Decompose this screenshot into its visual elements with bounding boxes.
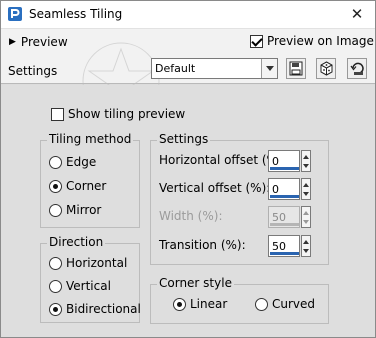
corner-curved-label: Curved — [272, 297, 316, 311]
arrow-down-icon — [303, 220, 309, 224]
direction-horizontal-radio[interactable] — [49, 256, 62, 270]
vertical-offset-input[interactable]: 0 — [268, 178, 300, 200]
arrow-up-icon[interactable] — [303, 240, 309, 244]
horizontal-offset-spinner[interactable]: 0 — [268, 150, 316, 172]
show-tiling-preview-label: Show tiling preview — [68, 107, 186, 121]
transition-label: Transition (%): — [159, 238, 246, 252]
direction-vertical-label: Vertical — [66, 279, 111, 293]
tiling-method-title: Tiling method — [47, 132, 134, 146]
preset-dropdown[interactable]: Default — [151, 58, 278, 79]
direction-title: Direction — [47, 235, 106, 249]
direction-vertical-radio[interactable] — [49, 279, 62, 293]
transition-input[interactable]: 50 — [268, 235, 300, 257]
transition-spinner[interactable]: 50 — [268, 235, 316, 257]
transition-slider-bar[interactable] — [270, 252, 299, 255]
close-button[interactable]: ✕ — [347, 4, 367, 24]
tiling-mirror-option[interactable]: Mirror — [49, 203, 101, 217]
preview-on-image-option[interactable]: Preview on Image — [250, 34, 374, 48]
vertical-offset-stepper[interactable] — [301, 178, 311, 200]
corner-curved-radio[interactable] — [255, 297, 268, 311]
direction-bidirectional-option[interactable]: Bidirectional — [49, 302, 141, 316]
corner-linear-radio[interactable] — [173, 297, 186, 311]
randomize-button[interactable] — [316, 58, 336, 79]
preview-label: Preview — [20, 35, 68, 49]
tiling-mirror-label: Mirror — [66, 203, 102, 217]
width-spinner: 50 — [268, 206, 316, 228]
tiling-edge-option[interactable]: Edge — [49, 155, 96, 169]
tiling-edge-label: Edge — [66, 155, 97, 169]
horizontal-offset-slider-bar[interactable] — [270, 167, 299, 170]
settings-group-title: Settings — [157, 132, 211, 146]
width-stepper — [301, 206, 311, 228]
corner-style-group: Corner style Linear Curved — [150, 276, 329, 324]
direction-horizontal-option[interactable]: Horizontal — [49, 256, 127, 270]
randomize-icon — [320, 61, 333, 76]
title-bar: Seamless Tiling ✕ — [1, 1, 375, 29]
vertical-offset-slider-bar[interactable] — [270, 195, 299, 198]
settings-label: Settings — [8, 64, 58, 78]
tiling-mirror-radio[interactable] — [49, 203, 62, 217]
direction-bidirectional-label: Bidirectional — [66, 302, 141, 316]
preset-value: Default — [155, 62, 196, 75]
tiling-corner-radio[interactable] — [49, 179, 62, 193]
expand-arrow-icon: ▶ — [9, 37, 16, 47]
direction-bidirectional-radio[interactable] — [49, 302, 62, 316]
seamless-tiling-dialog: Seamless Tiling ✕ ▶ Preview Preview on I… — [0, 0, 376, 338]
preview-toggle[interactable]: ▶ Preview — [9, 35, 68, 49]
corner-curved-option[interactable]: Curved — [255, 297, 315, 311]
window-title: Seamless Tiling — [29, 7, 123, 21]
corner-style-title: Corner style — [157, 276, 234, 290]
width-input: 50 — [268, 206, 300, 228]
arrow-down-icon[interactable] — [303, 164, 309, 168]
app-logo-icon — [7, 6, 23, 22]
save-preset-button[interactable] — [286, 58, 306, 79]
preview-on-image-checkbox[interactable] — [250, 34, 263, 48]
width-slider-bar — [270, 223, 299, 226]
tiling-edge-radio[interactable] — [49, 155, 62, 169]
arrow-down-icon[interactable] — [303, 249, 309, 253]
chevron-down-icon[interactable] — [261, 59, 277, 78]
direction-group: Direction Horizontal Vertical Bidirectio… — [40, 235, 141, 323]
direction-horizontal-label: Horizontal — [66, 256, 128, 270]
save-preset-icon — [289, 61, 303, 76]
settings-group: Settings Horizontal offset (%): 0 Vertic… — [150, 132, 329, 265]
tiling-corner-option[interactable]: Corner — [49, 179, 106, 193]
direction-vertical-option[interactable]: Vertical — [49, 279, 111, 293]
horizontal-offset-stepper[interactable] — [301, 150, 311, 172]
reset-button[interactable] — [347, 58, 367, 79]
preset-toolbar: ▶ Preview Preview on Image Settings Defa… — [1, 29, 375, 120]
tiling-corner-label: Corner — [66, 179, 107, 193]
vertical-offset-label: Vertical offset (%): — [159, 181, 271, 195]
horizontal-offset-input[interactable]: 0 — [268, 150, 300, 172]
vertical-offset-spinner[interactable]: 0 — [268, 178, 316, 200]
arrow-up-icon[interactable] — [303, 183, 309, 187]
transition-stepper[interactable] — [301, 235, 311, 257]
arrow-down-icon[interactable] — [303, 192, 309, 196]
corner-linear-option[interactable]: Linear — [173, 297, 227, 311]
arrow-up-icon — [303, 211, 309, 215]
preview-on-image-label: Preview on Image — [267, 34, 374, 48]
reset-icon — [350, 62, 364, 75]
settings-panel: Show tiling preview Tiling method Edge C… — [1, 85, 375, 337]
show-tiling-preview-checkbox[interactable] — [51, 107, 64, 121]
corner-linear-label: Linear — [190, 297, 228, 311]
arrow-up-icon[interactable] — [303, 155, 309, 159]
show-tiling-preview-option[interactable]: Show tiling preview — [51, 107, 185, 121]
tiling-method-group: Tiling method Edge Corner Mirror — [40, 132, 140, 228]
width-label: Width (%): — [159, 209, 223, 223]
